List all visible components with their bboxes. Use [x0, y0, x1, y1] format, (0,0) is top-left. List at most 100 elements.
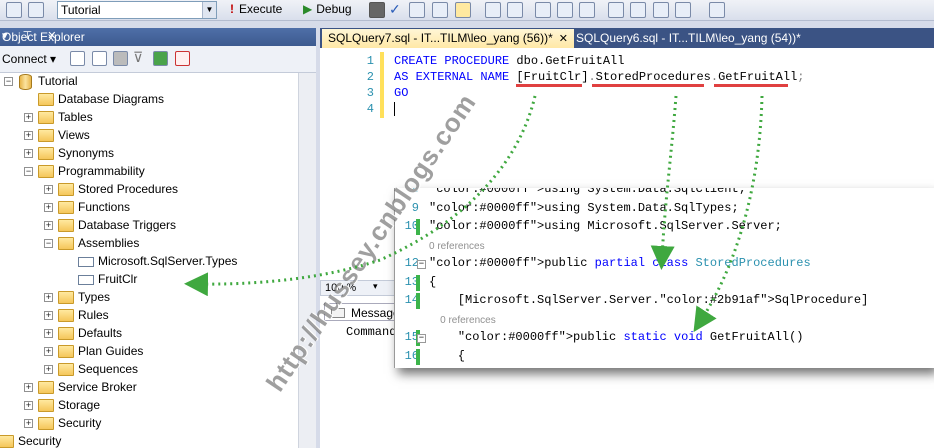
query-options-icon[interactable]	[432, 2, 448, 18]
tree-node[interactable]: + Rules	[0, 307, 298, 325]
code-line[interactable]: 14 [Microsoft.SqlServer.Server."color:#2…	[395, 293, 934, 309]
underline-class	[592, 84, 704, 87]
tree-node[interactable]: − Programmability	[0, 163, 298, 181]
execute-icon: !	[230, 2, 234, 16]
tree-node-label: Plan Guides	[78, 344, 144, 358]
tree-node[interactable]: + Views	[0, 127, 298, 145]
code-line[interactable]: 9 "color:#0000ff">using System.Data.SqlTy…	[395, 201, 934, 217]
collapse-icon[interactable]: −	[44, 239, 53, 248]
line-number: 17	[397, 367, 419, 368]
database-selector[interactable]: Tutorial ▼	[57, 1, 217, 19]
checkmark-icon[interactable]: ✓	[389, 2, 405, 18]
results-to-text-icon[interactable]	[485, 2, 501, 18]
spellcheck-icon[interactable]	[709, 2, 725, 18]
expand-icon[interactable]: +	[44, 347, 53, 356]
tree-node[interactable]: + Functions	[0, 199, 298, 217]
expand-icon[interactable]: +	[44, 221, 53, 230]
connect-button[interactable]: Connect ▾	[2, 52, 56, 66]
close-icon[interactable]: ✕	[559, 33, 568, 45]
debug-button[interactable]: ▶ Debug	[303, 2, 352, 16]
code-text: {	[429, 274, 437, 289]
panel-window-buttons[interactable]: ▾ ⊤ ✕	[2, 29, 312, 42]
chevron-down-icon[interactable]: ▼	[202, 2, 216, 18]
live-stats-icon[interactable]	[579, 2, 595, 18]
client-stats-icon[interactable]	[557, 2, 573, 18]
code-text: {	[429, 348, 466, 363]
outdent-icon[interactable]	[675, 2, 691, 18]
expand-icon[interactable]: +	[44, 293, 53, 302]
tree-scrollbar[interactable]	[298, 73, 316, 448]
dot-separator: .	[588, 70, 596, 84]
tree-node-label: Programmability	[58, 164, 145, 178]
uncomment-icon[interactable]	[630, 2, 646, 18]
comment-icon[interactable]	[608, 2, 624, 18]
tab-sqlquery6[interactable]: SQLQuery6.sql - IT...TILM\leo_yang (54))…	[570, 29, 807, 48]
tree-node[interactable]: + Database Triggers	[0, 217, 298, 235]
chevron-down-icon[interactable]: ▾	[373, 281, 378, 292]
expand-icon[interactable]: +	[24, 113, 33, 122]
stop-icon[interactable]	[113, 51, 128, 66]
results-to-grid-icon[interactable]	[455, 2, 471, 18]
line-number: 1	[366, 54, 374, 68]
refresh-icon[interactable]	[153, 51, 168, 66]
tree-node[interactable]: + Stored Procedures	[0, 181, 298, 199]
database-selector-value: Tutorial	[61, 3, 101, 17]
tree-node[interactable]: + Synonyms	[0, 145, 298, 163]
expand-icon[interactable]: +	[24, 149, 33, 158]
collapse-icon[interactable]: −	[24, 167, 33, 176]
collapse-icon[interactable]: −	[417, 260, 426, 269]
tree-node[interactable]: + Types	[0, 289, 298, 307]
filter-icon[interactable]	[28, 2, 44, 18]
include-plan-icon[interactable]	[535, 2, 551, 18]
code-line-2[interactable]: AS EXTERNAL NAME [FruitClr].StoredProced…	[394, 70, 804, 84]
results-to-file-icon[interactable]	[507, 2, 523, 18]
filter-icon[interactable]: ⊽	[133, 50, 148, 66]
code-line[interactable]: 16 {	[395, 348, 934, 365]
tree-node-label: FruitClr	[98, 272, 138, 286]
code-line[interactable]: 8 "color:#0000ff">using System.Data.SqlCl…	[395, 188, 934, 198]
collapse-icon[interactable]: −	[417, 334, 426, 343]
expand-icon[interactable]: +	[24, 419, 33, 428]
code-line[interactable]: 12− "color:#0000ff">public partial class …	[395, 256, 934, 272]
tree-node[interactable]: + Service Broker	[0, 379, 298, 397]
connect-server-icon[interactable]	[70, 51, 85, 66]
code-line[interactable]: 17 ection("context connection	[395, 367, 934, 368]
code-text: "color:#0000ff">using System.Data.SqlCli…	[429, 188, 746, 196]
tree-node[interactable]: Microsoft.SqlServer.Types	[0, 253, 298, 271]
activity-monitor-icon[interactable]	[175, 51, 190, 66]
code-line-3[interactable]: GO	[394, 86, 408, 100]
code-line[interactable]: 13{	[395, 274, 934, 291]
change-indicator	[416, 274, 420, 291]
code-line[interactable]: 15− "color:#0000ff">public static void G…	[395, 330, 934, 346]
tree-node[interactable]: + Sequences	[0, 361, 298, 379]
indent-icon[interactable]	[653, 2, 669, 18]
tree-node[interactable]: + Storage	[0, 397, 298, 415]
expand-icon[interactable]: +	[24, 401, 33, 410]
tab-sqlquery7[interactable]: SQLQuery7.sql - IT...TILM\leo_yang (56))…	[322, 29, 574, 48]
expand-icon[interactable]: +	[24, 131, 33, 140]
execute-button[interactable]: ! Execute	[230, 2, 282, 16]
code-line[interactable]: 10 "color:#0000ff">using Microsoft.SqlSer…	[395, 219, 934, 235]
tree-node[interactable]: + Plan Guides	[0, 343, 298, 361]
query-plan-icon[interactable]	[409, 2, 425, 18]
tree-node[interactable]: +Security	[0, 415, 298, 433]
expand-icon[interactable]: +	[44, 185, 53, 194]
tree-node[interactable]: +Security	[0, 433, 298, 448]
expand-icon[interactable]: +	[44, 203, 53, 212]
expand-icon[interactable]: +	[44, 365, 53, 374]
tree-node[interactable]: Database Diagrams	[0, 91, 298, 109]
expand-icon[interactable]: +	[44, 311, 53, 320]
tree-node[interactable]: FruitClr	[0, 271, 298, 289]
tree-node-label: Service Broker	[58, 380, 137, 394]
tree-node[interactable]: + Defaults	[0, 325, 298, 343]
stop-icon[interactable]	[369, 2, 385, 18]
tree-node[interactable]: − Tutorial	[0, 73, 298, 91]
tree-node[interactable]: − Assemblies	[0, 235, 298, 253]
expand-icon[interactable]: +	[44, 329, 53, 338]
code-line-1[interactable]: CREATE PROCEDURE dbo.GetFruitAll	[394, 54, 624, 68]
disconnect-icon[interactable]	[92, 51, 107, 66]
collapse-icon[interactable]: −	[4, 77, 13, 86]
expand-icon[interactable]: +	[24, 383, 33, 392]
register-icon[interactable]	[6, 2, 22, 18]
tree-node[interactable]: + Tables	[0, 109, 298, 127]
